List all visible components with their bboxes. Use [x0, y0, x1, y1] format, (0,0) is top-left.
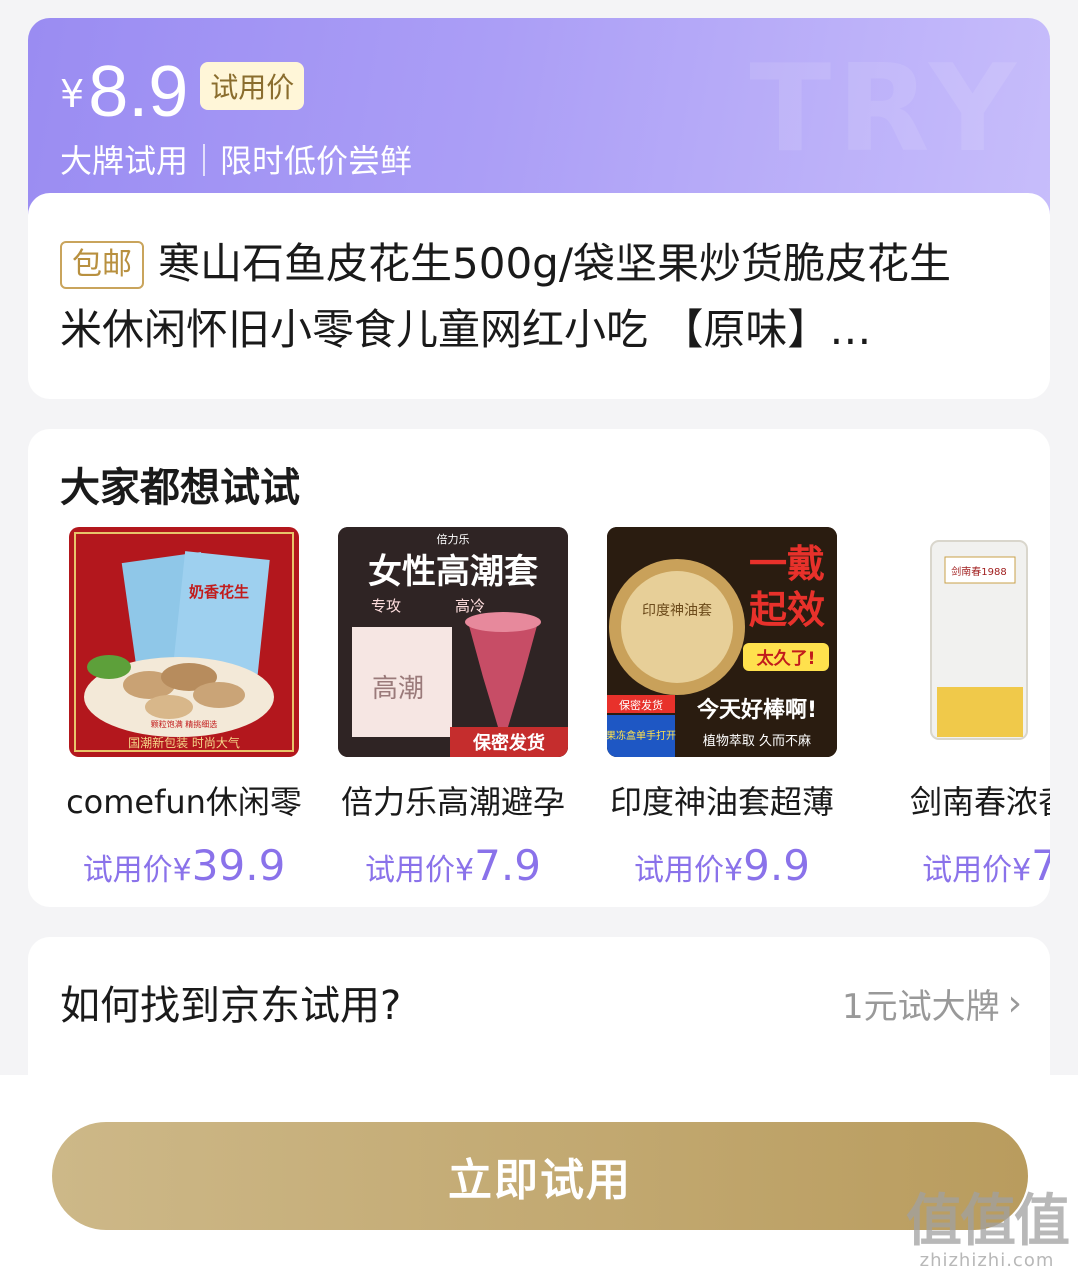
product-image-peanuts[interactable]: 奶香花生 国潮新包装 时尚大气 颗粒饱满 精挑细选 — [69, 527, 299, 757]
price-label: 试用价¥ — [634, 853, 744, 888]
img-text: 一戴 — [749, 542, 825, 586]
banner-subtitle: 大牌试用｜限时低价尝鲜 — [60, 142, 413, 180]
price-label: 试用价¥ — [922, 853, 1032, 888]
img-text: 印度神油套 — [642, 603, 712, 619]
price-value: 7 — [1031, 841, 1050, 890]
img-text: 奶香花生 — [189, 583, 249, 601]
product-title-card: 包邮 寒山石鱼皮花生500g/袋坚果炒货脆皮花生米休闲怀旧小零食儿童网红小吃 【原… — [28, 193, 1050, 399]
img-text: 植物萃取 久而不麻 — [703, 734, 811, 749]
one-yuan-link-label: 1元试大牌 — [841, 987, 1000, 1027]
img-text: 倍力乐 — [437, 532, 470, 546]
recommend-item-name: 剑南春浓香 — [909, 783, 1050, 821]
img-text: 保密发货 — [472, 732, 545, 754]
chevron-right-icon: › — [1007, 983, 1022, 1024]
product-title-block: 包邮 寒山石鱼皮花生500g/袋坚果炒货脆皮花生米休闲怀旧小零食儿童网红小吃 【原… — [60, 231, 990, 363]
product-image-baijiu[interactable]: 剑南春1988 — [875, 527, 1050, 757]
img-text: 高冷 — [455, 597, 485, 615]
recommend-item[interactable]: 剑南春1988 剑南春浓香 试用价¥7 — [860, 527, 1050, 890]
recommend-list[interactable]: 奶香花生 国潮新包装 时尚大气 颗粒饱满 精挑细选 comefun休闲零 试用价… — [60, 527, 1050, 897]
trial-price: 8.9 — [88, 52, 189, 132]
recommend-card: 大家都想试试 奶香花生 国潮新包装 时尚大气 颗粒饱满 精挑细选 comefun… — [28, 429, 1050, 907]
one-yuan-link[interactable]: 1元试大牌 › — [842, 979, 1022, 1028]
currency-symbol: ¥ — [60, 72, 85, 116]
img-text: 果冻盒单手打开 — [607, 729, 676, 742]
recommend-item-name: 倍力乐高潮避孕 — [340, 783, 565, 821]
product-image-condom-female[interactable]: 倍力乐 女性高潮套 专攻 高冷 高潮 保密发货 — [338, 527, 568, 757]
recommend-title: 大家都想试试 — [60, 465, 300, 511]
img-text: 起效 — [749, 588, 825, 632]
recommend-item-name: comefun休闲零 — [66, 783, 302, 821]
product-image-condom-india[interactable]: 印度神油套 一戴 起效 太久了! 今天好棒啊! 保密发货 果冻盒单手打开 植物萃… — [607, 527, 837, 757]
price-value: 7.9 — [474, 841, 541, 890]
try-now-button[interactable]: 立即试用 — [52, 1122, 1028, 1230]
site-watermark: 值值值 zhizhizhi.com — [906, 1189, 1070, 1272]
recommend-item-price: 试用价¥7 — [860, 841, 1050, 890]
price-row: ¥ 8.9 试用价 — [60, 52, 305, 132]
price-label: 试用价¥ — [82, 853, 192, 888]
product-title: 寒山石鱼皮花生500g/袋坚果炒货脆皮花生米休闲怀旧小零食儿童网红小吃 【原味】… — [60, 239, 951, 354]
recommend-item-price: 试用价¥39.9 — [60, 841, 314, 890]
img-text: 女性高潮套 — [368, 552, 538, 592]
img-text: 专攻 — [371, 597, 401, 615]
trial-price-tag: 试用价 — [200, 62, 305, 110]
img-text: 国潮新包装 时尚大气 — [128, 735, 240, 750]
recommend-item-price: 试用价¥7.9 — [323, 841, 583, 890]
img-text: 剑南春1988 — [951, 565, 1006, 578]
img-text: 太久了! — [757, 648, 816, 669]
site-watermark-url: zhizhizhi.com — [919, 1250, 1055, 1271]
img-text: 保密发货 — [619, 698, 663, 712]
recommend-item[interactable]: 倍力乐 女性高潮套 专攻 高冷 高潮 保密发货 倍力乐高潮避孕 试用价¥7.9 — [323, 527, 583, 890]
site-watermark-logo: 值值值 — [906, 1189, 1070, 1254]
bottom-bar: 立即试用 值值值 zhizhizhi.com — [0, 1075, 1078, 1277]
how-to-find-title: 如何找到京东试用? — [60, 983, 402, 1029]
recommend-item-price: 试用价¥9.9 — [592, 841, 852, 890]
free-shipping-badge: 包邮 — [60, 241, 144, 289]
img-text: 颗粒饱满 精挑细选 — [151, 719, 218, 729]
price-banner: TRY ¥ 8.9 试用价 大牌试用｜限时低价尝鲜 — [28, 18, 1050, 218]
img-text: 高潮 — [372, 674, 424, 704]
recommend-item-name: 印度神油套超薄 — [609, 783, 834, 821]
try-watermark: TRY — [749, 40, 1022, 179]
recommend-item[interactable]: 印度神油套 一戴 起效 太久了! 今天好棒啊! 保密发货 果冻盒单手打开 植物萃… — [592, 527, 852, 890]
price-label: 试用价¥ — [365, 853, 475, 888]
recommend-item[interactable]: 奶香花生 国潮新包装 时尚大气 颗粒饱满 精挑细选 comefun休闲零 试用价… — [60, 527, 314, 890]
price-value: 9.9 — [743, 841, 810, 890]
price-value: 39.9 — [191, 841, 286, 890]
img-text: 今天好棒啊! — [697, 697, 817, 723]
